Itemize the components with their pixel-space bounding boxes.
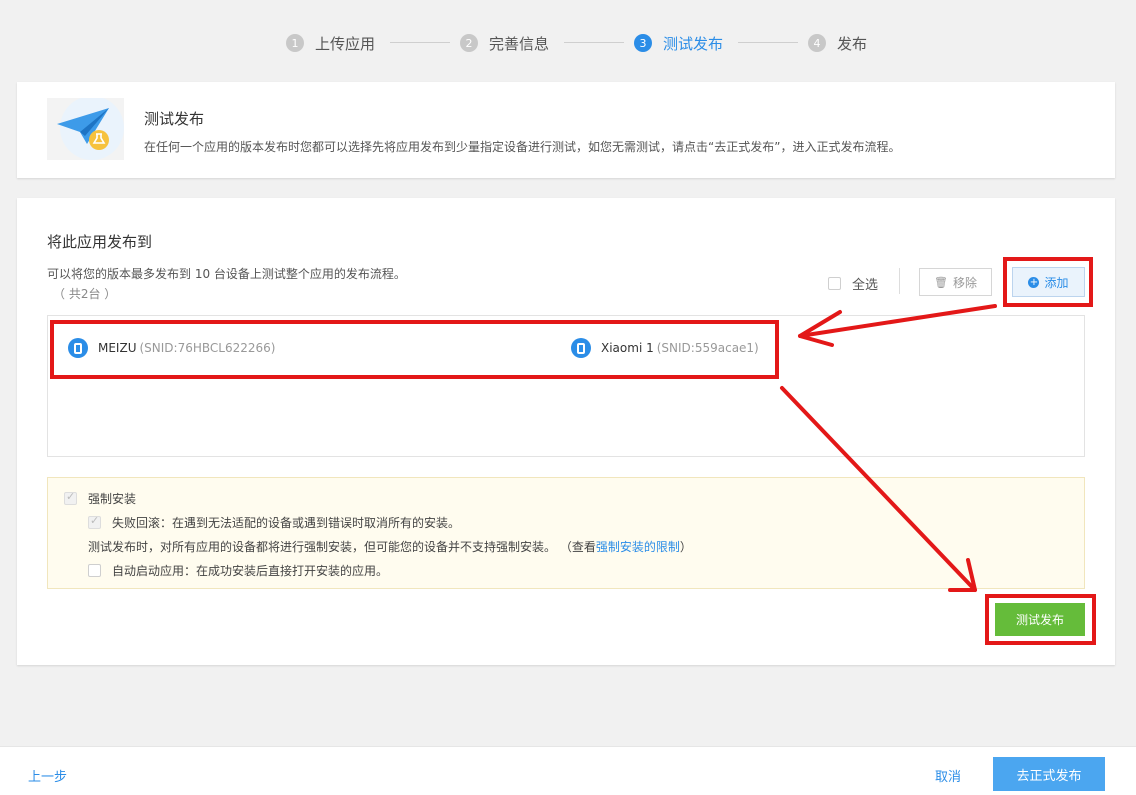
step-test-publish: 3 测试发布 (634, 30, 723, 56)
force-install-option[interactable]: 强制安装 (64, 490, 136, 507)
step-number: 3 (634, 34, 652, 52)
auto-start-label: 自动启动应用：在成功安装后直接打开安装的应用。 (112, 564, 389, 578)
step-upload: 1 上传应用 (286, 30, 375, 56)
rollback-checkbox[interactable] (88, 514, 101, 529)
stepper: 1 上传应用 2 完善信息 3 测试发布 4 发布 (0, 30, 1136, 56)
remove-button[interactable]: 🗑 移除 (919, 268, 992, 296)
force-install-checkbox[interactable] (64, 490, 77, 505)
intro-description: 在任何一个应用的版本发布时您都可以选择先将应用发布到少量指定设备进行测试，如您无… (144, 140, 901, 154)
auto-start-option[interactable]: 自动启动应用：在成功安装后直接打开安装的应用。 (88, 562, 388, 579)
intro-title: 测试发布 (144, 110, 205, 128)
step-label: 上传应用 (315, 34, 376, 53)
step-connector (390, 42, 450, 43)
step-label: 测试发布 (663, 34, 724, 53)
rollback-option[interactable]: 失败回滚：在遇到无法适配的设备或遇到错误时取消所有的安装。 (88, 514, 460, 531)
select-all-label: 全选 (852, 278, 879, 293)
step-connector (564, 42, 624, 43)
step-number: 2 (460, 34, 478, 52)
prev-step-link[interactable]: 上一步 (28, 766, 67, 785)
highlight-box-devices (50, 320, 779, 379)
step-publish: 4 发布 (808, 30, 867, 56)
divider (899, 268, 900, 294)
rollback-label: 失败回滚：在遇到无法适配的设备或遇到错误时取消所有的安装。 (112, 516, 461, 530)
footer-bar: 上一步 取消 去正式发布 (0, 746, 1136, 795)
intro-card: 测试发布 在任何一个应用的版本发布时您都可以选择先将应用发布到少量指定设备进行测… (17, 82, 1115, 178)
force-install-limit-link[interactable]: 强制安装的限制 (596, 538, 680, 555)
auto-start-checkbox[interactable] (88, 564, 101, 577)
force-install-label: 强制安装 (88, 492, 137, 506)
note-suffix: ） (679, 540, 692, 554)
highlight-box-test-publish (985, 594, 1096, 645)
section-description: 可以将您的版本最多发布到 10 台设备上测试整个应用的发布流程。 (47, 267, 406, 281)
step-label: 发布 (837, 34, 868, 53)
force-install-panel: 强制安装 失败回滚：在遇到无法适配的设备或遇到错误时取消所有的安装。 测试发布时… (47, 477, 1085, 589)
formal-publish-button[interactable]: 去正式发布 (993, 757, 1105, 791)
force-install-note: 测试发布时，对所有应用的设备都将进行强制安装，但可能您的设备并不支持强制安装。 … (88, 538, 692, 555)
cancel-link[interactable]: 取消 (935, 766, 961, 785)
select-all-checkbox[interactable] (828, 277, 841, 290)
select-all[interactable]: 全选 (828, 274, 878, 293)
step-label: 完善信息 (489, 34, 550, 53)
highlight-box-add (1003, 257, 1093, 307)
step-complete-info: 2 完善信息 (460, 30, 549, 56)
publish-target-card: 将此应用发布到 可以将您的版本最多发布到 10 台设备上测试整个应用的发布流程。… (17, 198, 1115, 665)
paper-plane-flask-icon (47, 96, 124, 160)
step-number: 1 (286, 34, 304, 52)
remove-label: 移除 (952, 275, 977, 290)
step-number: 4 (808, 34, 826, 52)
section-title: 将此应用发布到 (47, 233, 153, 251)
step-connector (738, 42, 798, 43)
note-text: 测试发布时，对所有应用的设备都将进行强制安装，但可能您的设备并不支持强制安装。 … (88, 540, 596, 554)
trash-icon: 🗑 (934, 275, 948, 289)
device-count: （ 共2台 ） (53, 287, 117, 301)
